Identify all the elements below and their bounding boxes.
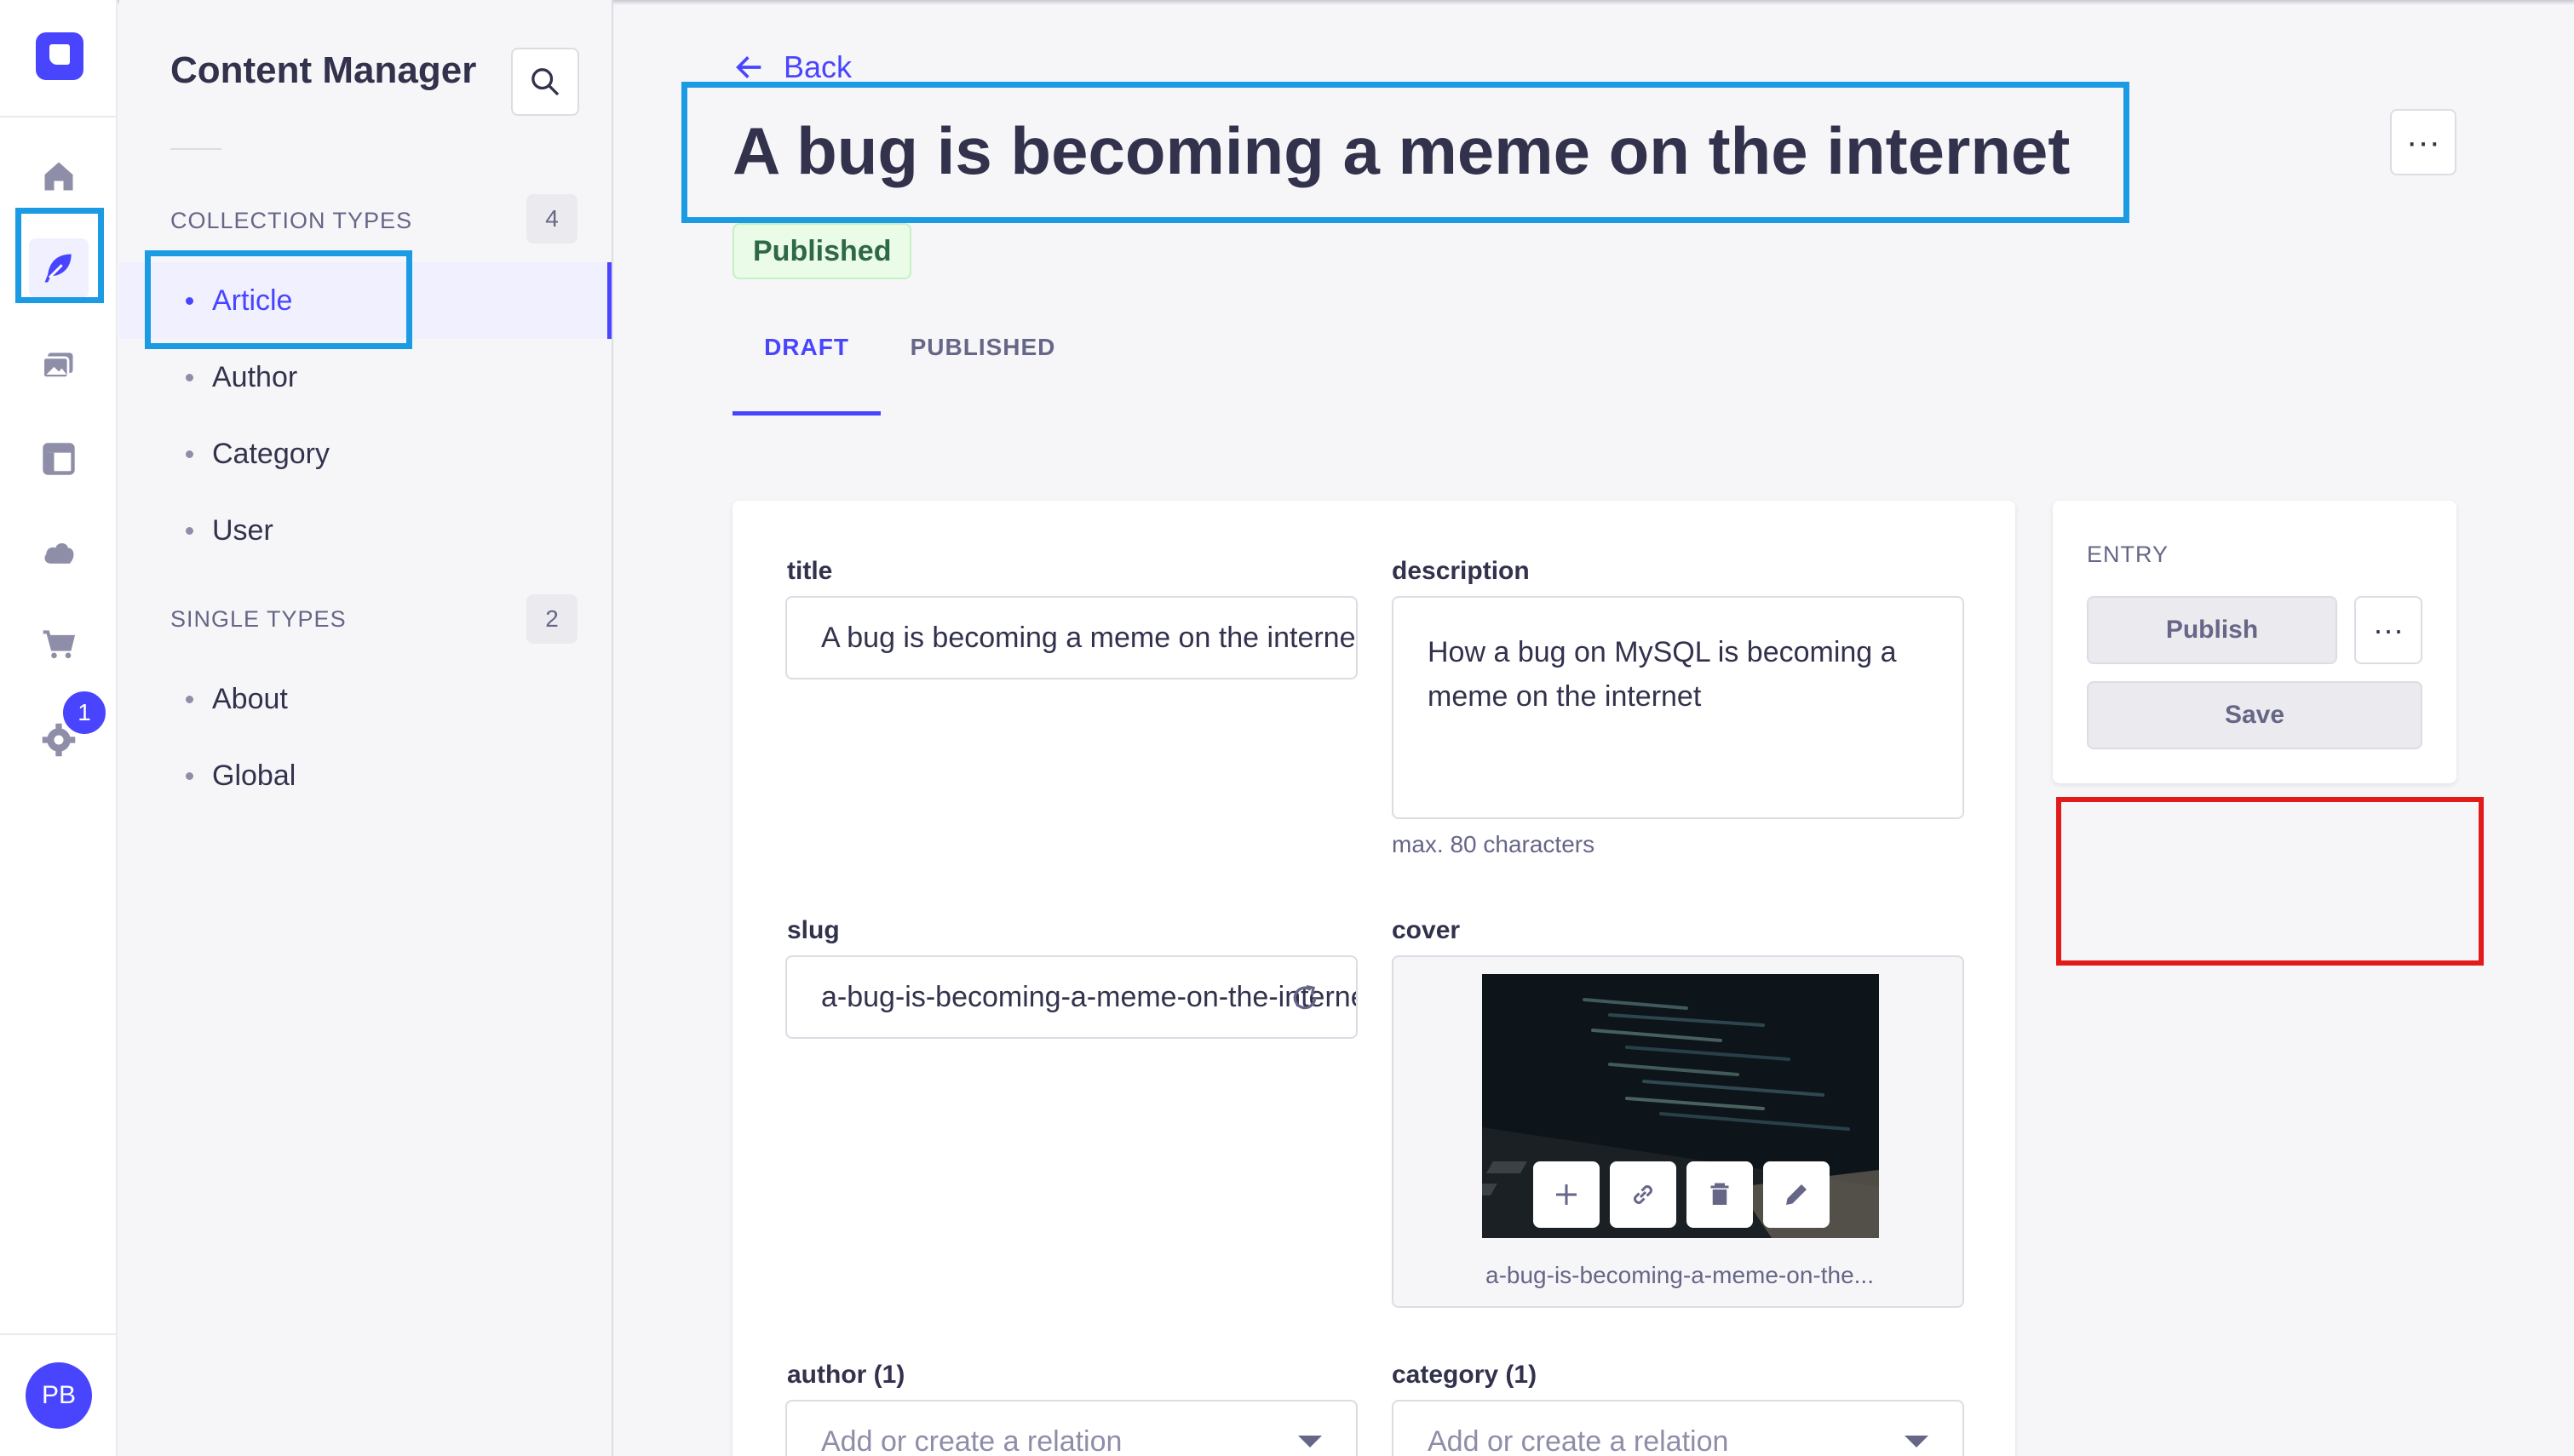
sidebar-item-category[interactable]: Category [119, 416, 612, 492]
settings-notification-badge: 1 [60, 688, 109, 737]
sidebar-divider [170, 148, 221, 150]
edit-asset-button[interactable] [1763, 1161, 1830, 1228]
sidebar-item-label: Category [212, 437, 330, 470]
bullet [186, 526, 193, 535]
marketplace-nav-item[interactable] [29, 615, 89, 674]
cover-label: cover [1392, 916, 1461, 944]
bullet [186, 373, 193, 381]
rail-divider [0, 116, 118, 118]
sidebar-search-button[interactable] [511, 48, 579, 116]
home-icon [44, 162, 73, 191]
category-relation-select[interactable]: Add or create a relation [1392, 1400, 1964, 1456]
tab-draft[interactable]: DRAFT [733, 334, 881, 416]
sidebar-title: Content Manager [170, 49, 477, 91]
strapi-logo-icon[interactable] [36, 32, 83, 80]
cover-media-field: a-bug-is-becoming-a-meme-on-the... [1392, 955, 1964, 1308]
sidebar-item-label: User [212, 513, 273, 547]
back-label: Back [784, 49, 853, 84]
home-nav-item[interactable] [29, 146, 89, 206]
slug-label: slug [787, 916, 840, 944]
single-types-count: 2 [526, 594, 577, 644]
category-label: category (1) [1392, 1361, 1537, 1389]
author-placeholder: Add or create a relation [821, 1424, 1123, 1456]
publish-button[interactable]: Publish [2087, 596, 2337, 664]
rail-bottom-divider [0, 1333, 118, 1335]
author-relation-select[interactable]: Add or create a relation [785, 1400, 1358, 1456]
description-textarea[interactable]: How a bug on MySQL is becoming a meme on… [1392, 596, 1964, 819]
cloud-nav-item[interactable] [29, 523, 89, 582]
sidebar-item-label: Author [212, 360, 298, 393]
description-label: description [1392, 557, 1530, 585]
search-icon [531, 68, 560, 96]
chevron-down-icon [1905, 1436, 1928, 1447]
entry-more-button[interactable]: ··· [2354, 596, 2422, 664]
copy-link-button[interactable] [1610, 1161, 1676, 1228]
sidebar-item-user[interactable]: User [119, 492, 612, 569]
entry-label: ENTRY [2087, 542, 2169, 567]
chevron-down-icon [1298, 1436, 1322, 1447]
title-input[interactable]: A bug is becoming a meme on the internet [785, 596, 1358, 679]
tab-published[interactable]: PUBLISHED [898, 334, 1068, 361]
cover-filename: a-bug-is-becoming-a-meme-on-the... [1485, 1262, 1874, 1288]
bullet [186, 695, 193, 703]
collection-types-label[interactable]: COLLECTION TYPES [170, 208, 412, 234]
highlight-box-title [681, 82, 2129, 223]
cloud-icon [44, 543, 74, 564]
bullet [186, 771, 193, 780]
media-icon [42, 353, 73, 380]
layout-icon [43, 443, 75, 475]
media-library-nav-item[interactable] [29, 335, 89, 395]
highlight-box-rail [15, 208, 104, 303]
title-label: title [787, 557, 833, 585]
entry-panel: ENTRY Publish ··· Save [2053, 501, 2456, 783]
sidebar-item-author[interactable]: Author [119, 339, 612, 416]
single-types-label[interactable]: SINGLE TYPES [170, 606, 347, 633]
description-hint: max. 80 characters [1392, 831, 1595, 857]
sidebar-item-label: Global [212, 759, 296, 792]
trash-icon [1710, 1183, 1729, 1205]
category-placeholder: Add or create a relation [1428, 1424, 1729, 1456]
delete-asset-button[interactable] [1686, 1161, 1753, 1228]
cover-actions [1533, 1161, 1830, 1228]
back-link[interactable]: Back [733, 49, 852, 85]
plus-icon [1556, 1184, 1577, 1205]
highlight-box-article [145, 250, 412, 349]
bullet [186, 450, 193, 458]
highlight-box-red [2056, 797, 2484, 966]
author-label: author (1) [787, 1361, 905, 1389]
arrow-left-icon [736, 56, 761, 78]
save-button[interactable]: Save [2087, 681, 2422, 749]
sidebar-item-label: About [212, 682, 288, 715]
add-asset-button[interactable] [1533, 1161, 1600, 1228]
content-type-builder-nav-item[interactable] [29, 429, 89, 489]
regenerate-icon[interactable] [1288, 981, 1322, 1015]
content-manager-sidebar: Content Manager COLLECTION TYPES 4 Artic… [119, 0, 613, 1456]
sidebar-item-about[interactable]: About [119, 661, 612, 737]
link-icon [1634, 1185, 1652, 1204]
slug-input[interactable]: a-bug-is-becoming-a-meme-on-the-internet [785, 955, 1358, 1039]
edit-form-card: title A bug is becoming a meme on the in… [733, 501, 2015, 1456]
status-badge: Published [733, 223, 912, 279]
collection-types-count: 4 [526, 194, 577, 244]
user-avatar[interactable]: PB [26, 1362, 92, 1429]
header-more-button[interactable]: ··· [2390, 109, 2456, 175]
sidebar-item-global[interactable]: Global [119, 737, 612, 814]
pencil-icon [1786, 1184, 1807, 1205]
cart-icon [43, 630, 76, 659]
